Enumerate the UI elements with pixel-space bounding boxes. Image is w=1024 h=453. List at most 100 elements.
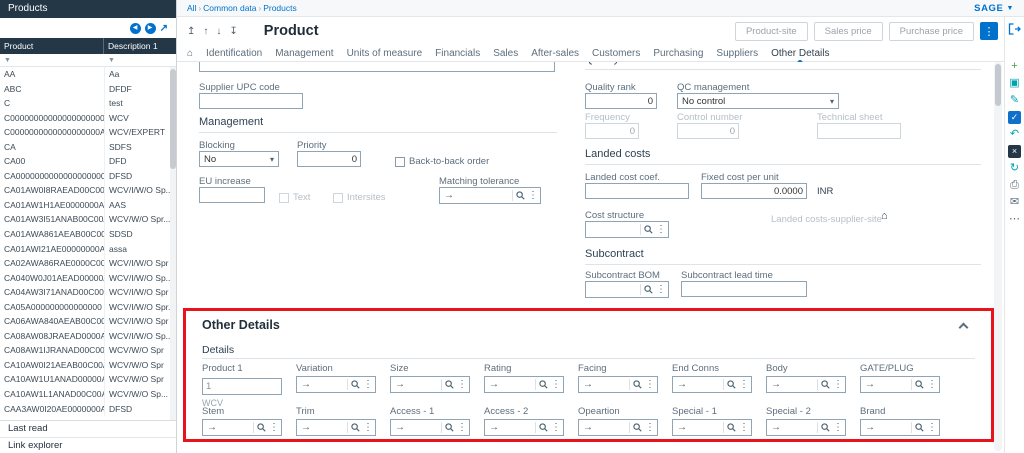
cancel-icon[interactable]: × <box>1008 145 1021 158</box>
sage-brand-menu[interactable]: SAGE ▼ <box>974 3 1014 14</box>
reference-lookup-field[interactable]: ⋮ <box>585 281 669 298</box>
blocking-select[interactable]: No ▾ <box>199 151 279 167</box>
tab-units-of-measure[interactable]: Units of measure <box>347 48 423 59</box>
table-row[interactable]: CA10AW1L1ANAD00C00A WCV/W/O Sp... <box>0 387 176 402</box>
magnifier-icon[interactable] <box>539 380 548 389</box>
table-row[interactable]: CA01AW3I51ANAB00C00A WCV/W/O Spr... <box>0 212 176 228</box>
breadcrumb-item-products[interactable]: Products <box>263 3 297 13</box>
logout-icon[interactable] <box>1008 23 1021 35</box>
kebab-menu-icon[interactable]: ⋮ <box>656 284 666 295</box>
reference-lookup-field[interactable]: → ⋮ <box>484 376 564 393</box>
kebab-menu-icon[interactable]: ⋮ <box>363 379 373 390</box>
goto-arrow-icon[interactable]: → <box>395 422 405 433</box>
goto-arrow-icon[interactable]: → <box>444 190 454 201</box>
breadcrumb-item-all[interactable]: All <box>187 3 196 13</box>
next-page-icon[interactable]: ▶ <box>144 22 156 34</box>
magnifier-icon[interactable] <box>915 423 924 432</box>
column-header-product[interactable]: Product <box>0 38 104 54</box>
kebab-menu-icon[interactable]: ⋮ <box>739 422 749 433</box>
cost-structure-lookup[interactable]: ⋮ <box>585 221 669 238</box>
reference-lookup-field[interactable]: → ⋮ <box>672 419 752 436</box>
table-row[interactable]: CA08AW1IJRANAD00C00A WCV/W/O Spr <box>0 343 176 358</box>
tab-purchasing[interactable]: Purchasing <box>653 48 703 59</box>
reference-lookup-field[interactable]: → ⋮ <box>296 376 376 393</box>
revert-icon[interactable]: ↶ <box>1007 127 1023 142</box>
filter-funnel-icon[interactable]: ▼ <box>4 57 11 64</box>
reference-lookup-field[interactable]: → ⋮ <box>860 419 940 436</box>
tab-suppliers[interactable]: Suppliers <box>716 48 758 59</box>
magnifier-icon[interactable] <box>633 423 642 432</box>
frequency-input[interactable] <box>585 123 639 139</box>
table-row[interactable]: ABC DFDF <box>0 81 176 97</box>
control-number-input[interactable] <box>677 123 739 139</box>
column-header-description[interactable]: Description 1 <box>104 38 176 54</box>
magnifier-icon[interactable] <box>644 225 653 234</box>
magnifier-icon[interactable] <box>257 423 266 432</box>
table-row[interactable]: Ctest <box>0 96 176 111</box>
goto-arrow-icon[interactable]: → <box>677 379 687 390</box>
sales-price-button[interactable]: Sales price <box>813 21 883 41</box>
next-record-icon[interactable]: ↓ <box>216 26 221 37</box>
product-site-button[interactable]: Product-site <box>734 21 808 41</box>
reference-lookup-field[interactable]: → ⋮ <box>578 376 658 393</box>
subcontract-bom-lookup[interactable]: ⋮ <box>585 281 669 298</box>
magnifier-icon[interactable] <box>351 423 360 432</box>
kebab-menu-icon[interactable]: ⋮ <box>457 379 467 390</box>
save-check-icon[interactable]: ✓ <box>1008 111 1021 124</box>
partial-top-field[interactable] <box>199 62 555 72</box>
prev-page-icon[interactable]: ◀ <box>129 22 141 34</box>
reference-lookup-field[interactable]: → ⋮ <box>860 376 940 393</box>
table-row[interactable]: AA Aa <box>0 67 176 82</box>
goto-arrow-icon[interactable]: → <box>583 379 593 390</box>
previous-record-icon[interactable]: ↑ <box>203 26 208 37</box>
magnifier-icon[interactable] <box>516 191 525 200</box>
product-1-input[interactable] <box>202 378 282 395</box>
subcontract-lead-input[interactable] <box>681 281 807 297</box>
kebab-menu-icon[interactable]: ⋮ <box>927 422 937 433</box>
goto-arrow-icon[interactable]: → <box>301 379 311 390</box>
refresh-icon[interactable]: ↻ <box>1007 161 1023 176</box>
last-record-icon[interactable]: ↧ <box>229 26 237 37</box>
link-explorer-section[interactable]: Link explorer <box>0 437 176 453</box>
goto-arrow-icon[interactable]: → <box>583 422 593 433</box>
goto-arrow-icon[interactable]: → <box>771 422 781 433</box>
landed-cost-coef-input[interactable] <box>585 183 689 199</box>
reference-lookup-field[interactable]: → ⋮ <box>484 419 564 436</box>
tab-management[interactable]: Management <box>275 48 333 59</box>
table-row[interactable]: CA05A000000000000000 WCV/I/W/O Spr... <box>0 299 176 315</box>
kebab-menu-icon[interactable]: ⋮ <box>457 422 467 433</box>
tab-customers[interactable]: Customers <box>592 48 640 59</box>
last-read-section[interactable]: Last read <box>0 421 176 437</box>
intersites-checkbox[interactable] <box>333 192 343 203</box>
magnifier-icon[interactable] <box>821 423 830 432</box>
qc-management-select[interactable]: No control ▾ <box>677 93 839 109</box>
add-icon[interactable]: + <box>1007 59 1023 74</box>
reference-lookup-field[interactable]: → ⋮ <box>766 376 846 393</box>
priority-input[interactable] <box>297 151 361 167</box>
kebab-menu-icon[interactable]: ⋮ <box>551 379 561 390</box>
content-scrollbar[interactable] <box>994 62 1002 451</box>
goto-arrow-icon[interactable]: → <box>301 422 311 433</box>
reference-lookup-field[interactable]: → ⋮ <box>296 419 376 436</box>
tab-identification[interactable]: Identification <box>206 48 262 59</box>
table-row[interactable]: CA00 DFD <box>0 154 176 169</box>
left-panel-scrollbar[interactable] <box>170 67 176 420</box>
left-panel-scrollbar-thumb[interactable] <box>170 69 176 169</box>
reference-lookup-field[interactable]: → ⋮ <box>390 376 470 393</box>
back-to-back-checkbox[interactable] <box>395 156 405 167</box>
supplier-upc-input[interactable] <box>199 93 303 109</box>
tab-after-sales[interactable]: After-sales <box>531 48 579 59</box>
kebab-menu-icon[interactable]: ⋮ <box>656 224 666 235</box>
table-row[interactable]: CA08AW08JRAEAD0000A WCV/I/W/O Sp... <box>0 328 176 344</box>
goto-arrow-icon[interactable]: → <box>865 379 875 390</box>
filter-funnel-icon[interactable]: ▼ <box>108 57 115 64</box>
table-row[interactable]: CA06AWA840AEAB00C00A WCV/I/W/O Spr <box>0 314 176 329</box>
content-scrollbar-thumb[interactable] <box>995 64 1001 106</box>
table-row[interactable]: CAA3AW0I20AE0000000A DFSD <box>0 401 176 417</box>
table-row[interactable]: C00000000000000000000 WCV <box>0 110 176 126</box>
table-row[interactable]: CA01AWA861AEAB00C00A SDSD <box>0 227 176 242</box>
kebab-menu-icon[interactable]: ⋮ <box>739 379 749 390</box>
more-actions-button[interactable]: ⋮ <box>980 22 998 40</box>
table-row[interactable]: CA01AWI21AE00000000A assa <box>0 241 176 257</box>
eu-increase-input[interactable] <box>199 187 265 203</box>
